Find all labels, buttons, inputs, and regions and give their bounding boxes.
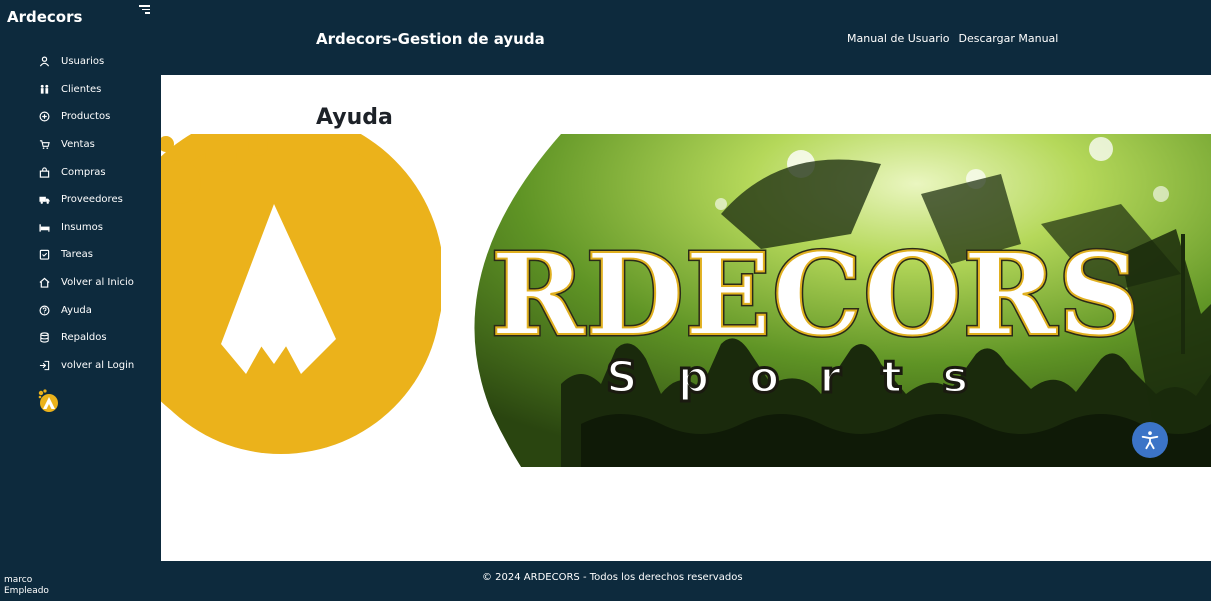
sidebar-item-volver-login[interactable]: volver al Login xyxy=(0,352,161,380)
sidebar-item-label: volver al Login xyxy=(61,359,135,371)
ardecors-banner: RDECORS RDECORS Sports xyxy=(161,134,1211,467)
sidebar-item-volver-inicio[interactable]: Volver al Inicio xyxy=(0,269,161,297)
sidebar-brand[interactable]: Ardecors xyxy=(7,8,82,26)
menu-toggle-icon[interactable] xyxy=(139,5,151,17)
sidebar-item-compras[interactable]: Compras xyxy=(0,158,161,186)
main-content: Ayuda RDECORS RDECORS Sports xyxy=(161,75,1211,561)
sidebar-nav: Usuarios Clientes Productos Ventas Compr… xyxy=(0,48,161,379)
sidebar-item-label: Ventas xyxy=(61,139,95,151)
top-header: Ardecors-Gestion de ayuda Manual de Usua… xyxy=(161,0,1211,75)
sidebar-item-label: Compras xyxy=(61,166,106,178)
sidebar-item-usuarios[interactable]: Usuarios xyxy=(0,48,161,76)
sidebar-item-clientes[interactable]: Clientes xyxy=(0,76,161,104)
user-role: Empleado xyxy=(4,586,49,596)
footer: © 2024 ARDECORS - Todos los derechos res… xyxy=(161,561,1211,601)
sidebar-item-label: Proveedores xyxy=(61,194,123,206)
bed-icon xyxy=(38,221,50,233)
truck-icon xyxy=(38,194,50,206)
home-icon xyxy=(38,277,50,289)
sidebar-item-label: Insumos xyxy=(61,221,103,233)
sidebar-item-ventas[interactable]: Ventas xyxy=(0,131,161,159)
cart-icon xyxy=(38,139,50,151)
accessibility-button[interactable] xyxy=(1132,422,1168,458)
page-title: Ayuda xyxy=(316,105,393,130)
user-icon xyxy=(38,56,50,68)
user-info: marco Empleado xyxy=(4,575,49,597)
sidebar: Ardecors Usuarios Clientes Productos Ven… xyxy=(0,0,161,601)
bag-icon xyxy=(38,166,50,178)
header-links: Manual de Usuario Descargar Manual xyxy=(847,32,1058,45)
sidebar-item-ayuda[interactable]: Ayuda xyxy=(0,296,161,324)
clipboard-icon xyxy=(38,249,50,261)
sidebar-item-label: Tareas xyxy=(61,249,93,261)
user-name: marco xyxy=(4,575,33,585)
people-icon xyxy=(38,83,50,95)
login-icon xyxy=(38,359,50,371)
ardecors-logo xyxy=(36,388,62,414)
help-icon xyxy=(38,304,50,316)
sidebar-item-insumos[interactable]: Insumos xyxy=(0,214,161,242)
sidebar-item-proveedores[interactable]: Proveedores xyxy=(0,186,161,214)
sidebar-item-label: Usuarios xyxy=(61,56,105,68)
sidebar-item-productos[interactable]: Productos xyxy=(0,103,161,131)
sidebar-item-label: Ayuda xyxy=(61,304,92,316)
banner-sub-text: Sports xyxy=(606,352,1008,403)
sidebar-item-label: Productos xyxy=(61,111,111,123)
sidebar-item-label: Clientes xyxy=(61,83,102,95)
footer-copyright: © 2024 ARDECORS - Todos los derechos res… xyxy=(482,572,743,583)
sidebar-item-label: Repaldos xyxy=(61,332,107,344)
descargar-manual-link[interactable]: Descargar Manual xyxy=(959,32,1059,45)
manual-usuario-link[interactable]: Manual de Usuario xyxy=(847,32,950,45)
banner-brand-text-overlay: RDECORS xyxy=(491,230,1141,361)
sidebar-item-tareas[interactable]: Tareas xyxy=(0,241,161,269)
sidebar-item-label: Volver al Inicio xyxy=(61,277,134,289)
database-icon xyxy=(38,332,50,344)
page-header-title: Ardecors-Gestion de ayuda xyxy=(316,30,545,48)
accessibility-icon xyxy=(1141,431,1159,450)
plus-circle-icon xyxy=(38,111,50,123)
sidebar-item-repaldos[interactable]: Repaldos xyxy=(0,324,161,352)
